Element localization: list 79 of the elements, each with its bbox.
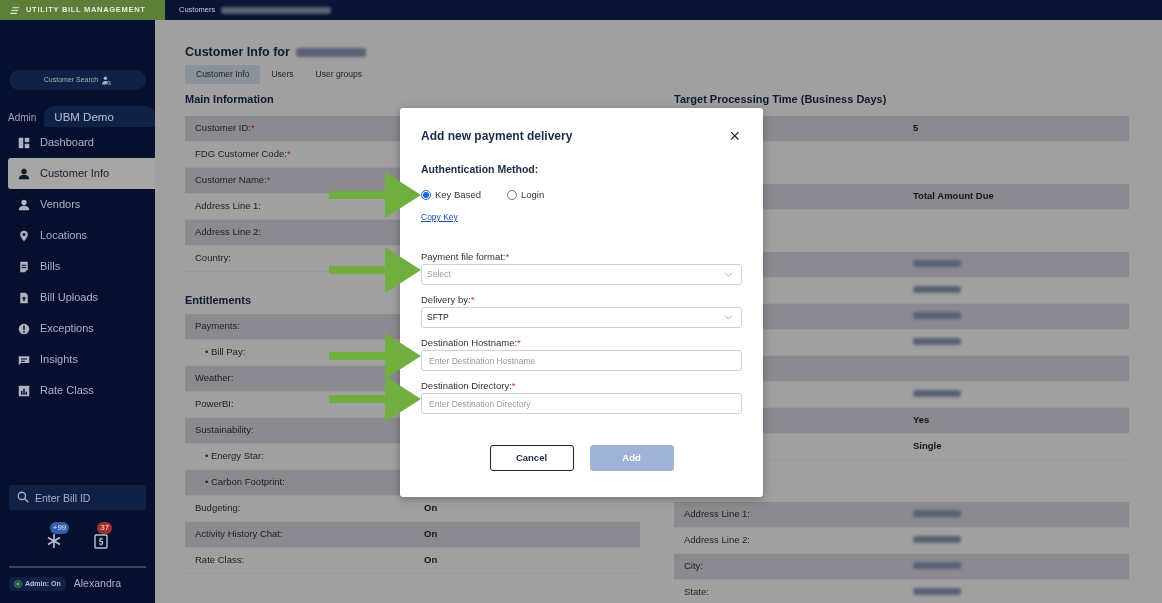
field-label: PowerBI:	[195, 397, 234, 412]
logo-stripes-icon	[8, 5, 22, 15]
count-badge: 37	[97, 522, 113, 535]
sidebar-item[interactable]: Bill Uploads	[0, 282, 155, 313]
page-tab[interactable]: Customer Info	[185, 65, 261, 84]
field-label: Delivery by:*	[421, 293, 476, 308]
field-label: City:	[684, 559, 703, 574]
field-value: On	[424, 502, 438, 514]
sidebar-item[interactable]: Customer Info	[8, 158, 155, 189]
radio-button[interactable]: Key Based	[421, 187, 481, 202]
field-label: Sustainability:	[195, 423, 254, 438]
message-icon	[18, 353, 30, 366]
field-label: FDG Customer Code:*	[195, 147, 291, 162]
sidebar-item[interactable]: Bills	[0, 251, 155, 282]
search-icon	[17, 491, 29, 504]
field-label: Address Line 2:	[684, 533, 750, 548]
copy-key-link[interactable]: Copy Key	[421, 210, 458, 224]
modal-title: Add new payment delivery	[421, 128, 573, 145]
field-label: Address Line 1:	[195, 199, 261, 214]
page-tab[interactable]: Users	[260, 65, 305, 84]
section-heading: Main Information	[185, 92, 274, 107]
sidebar-item[interactable]: Dashboard	[0, 127, 155, 158]
field-value: Total Amount Due	[913, 190, 994, 202]
field-label: Weather:	[195, 371, 234, 386]
document-upload-icon	[18, 291, 30, 304]
field-value: On	[424, 554, 438, 566]
count-badge: +99	[49, 522, 70, 535]
field-label: Customer ID:*	[195, 121, 255, 136]
page-tab[interactable]: User groups	[304, 65, 373, 84]
field-value: On	[424, 528, 438, 540]
sidebar-tab[interactable]: Admin	[0, 106, 45, 127]
radio-button[interactable]: Login	[506, 187, 545, 202]
section-label: Authentication Method:	[421, 162, 540, 177]
sidebar-item[interactable]: Insights	[0, 344, 155, 375]
person-icon	[18, 167, 30, 180]
field-label: Rate Class:	[195, 553, 245, 568]
sidebar-item[interactable]: Vendors	[0, 189, 155, 220]
sidebar-item[interactable]: Exceptions	[0, 313, 155, 344]
field-label: Destination Directory:*	[421, 379, 517, 394]
section-heading: Target Processing Time (Business Days)	[674, 92, 887, 107]
bill-search-field[interactable]: Enter Bill ID	[9, 485, 146, 511]
page-title: Customer Info for	[185, 43, 290, 61]
document-icon	[18, 260, 30, 273]
field-value: Single	[913, 440, 942, 452]
field-label: Activity History Chat:	[195, 527, 283, 542]
dollar-document-icon[interactable]	[93, 533, 110, 550]
field-label: Address Line 1:	[684, 507, 750, 522]
field-label: • Carbon Footprint:	[205, 475, 285, 490]
field-label: • Energy Star:	[205, 449, 264, 464]
field-label: Country:	[195, 251, 231, 266]
field-label: Payments:	[195, 319, 240, 334]
field-label: State:	[684, 585, 709, 600]
asterisk-icon[interactable]	[45, 533, 62, 550]
field-value: Yes	[913, 414, 930, 426]
cancel-button[interactable]: Cancel	[489, 445, 574, 472]
close-button[interactable]: ×	[727, 126, 742, 146]
user-name: Alexandra	[73, 576, 122, 592]
input-field[interactable]: Enter Destination Hostname	[421, 350, 742, 372]
field-label: Address Line 2:	[195, 225, 261, 240]
chevron-down-icon	[724, 313, 733, 323]
person-icon	[18, 198, 30, 211]
field-value: 5	[913, 122, 919, 134]
field-label: Destination Hostname:*	[421, 336, 522, 351]
field-label: Payment file format:*	[421, 250, 511, 265]
person-search-icon	[102, 75, 112, 85]
field-label: • Bill Pay:	[205, 345, 246, 360]
chevron-down-icon	[724, 270, 733, 280]
dropdown[interactable]: SFTP	[421, 307, 742, 329]
exclamation-icon	[18, 322, 30, 335]
field-label: Customer Name:*	[195, 173, 271, 188]
section-heading: Entitlements	[185, 292, 251, 308]
grid-icon	[18, 136, 30, 149]
field-label: Budgeting:	[195, 501, 241, 516]
sidebar-item[interactable]: Rate Class	[0, 375, 155, 406]
input-field[interactable]: Enter Destination Directory	[421, 393, 742, 415]
bar-chart-icon	[18, 384, 30, 397]
sidebar-item[interactable]: Locations	[0, 220, 155, 251]
location-pin-icon	[18, 229, 30, 242]
sidebar-tab[interactable]: UBM Demo	[44, 106, 155, 127]
